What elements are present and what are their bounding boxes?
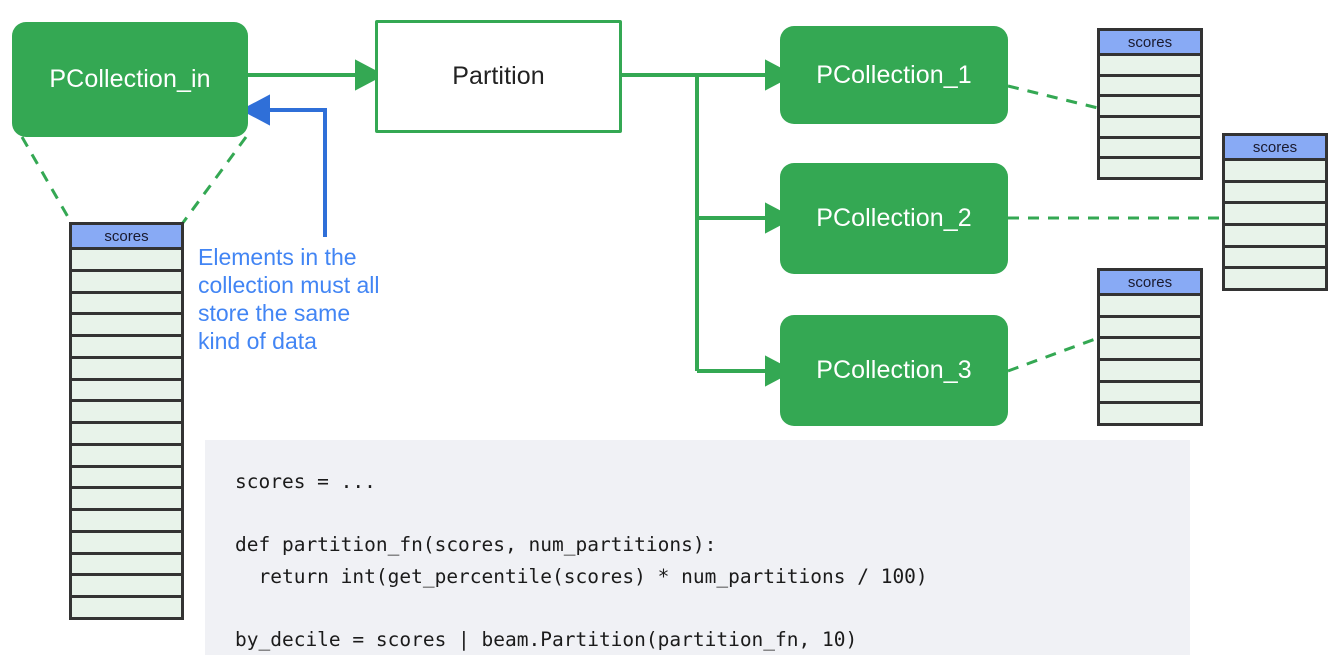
- record-table-output-3: scores: [1097, 268, 1203, 426]
- diagram-canvas: PCollection_in Partition PCollection_1 P…: [0, 0, 1340, 655]
- record-table-output-2: scores: [1222, 133, 1328, 291]
- code-block: scores = ... def partition_fn(scores, nu…: [205, 440, 1190, 655]
- record-table-row: [72, 576, 181, 599]
- record-table-row: [72, 271, 181, 294]
- record-table-row: [72, 380, 181, 403]
- record-table-input-header: scores: [72, 225, 181, 250]
- arrow-annotation-pointer: [240, 94, 327, 237]
- node-pcollection-2[interactable]: PCollection_2: [780, 163, 1008, 274]
- record-table-row: [72, 315, 181, 338]
- record-table-row: [1225, 204, 1325, 227]
- node-pcollection-3-label: PCollection_3: [816, 356, 972, 384]
- node-pcollection-in-label: PCollection_in: [49, 65, 211, 93]
- record-table-row: [1100, 339, 1200, 362]
- record-table-row: [72, 293, 181, 316]
- record-table-row: [1100, 382, 1200, 405]
- annotation-text: Elements in the collection must all stor…: [198, 244, 380, 355]
- record-table-row: [72, 489, 181, 512]
- record-table-row: [1225, 182, 1325, 205]
- node-pcollection-3[interactable]: PCollection_3: [780, 315, 1008, 426]
- record-table-output-2-header: scores: [1225, 136, 1325, 161]
- record-table-output-3-body: [1100, 296, 1200, 424]
- record-table-row: [72, 250, 181, 272]
- record-table-row: [1100, 296, 1200, 318]
- record-table-row: [1100, 404, 1200, 424]
- record-table-row: [72, 445, 181, 468]
- record-table-row: [72, 358, 181, 381]
- record-table-output-2-body: [1225, 161, 1325, 289]
- record-table-row: [72, 532, 181, 555]
- node-partition-label: Partition: [452, 62, 545, 90]
- leader-output-table-1: [1007, 84, 1099, 110]
- record-table-output-1: scores: [1097, 28, 1203, 180]
- record-table-row: [72, 554, 181, 577]
- leader-output-table-3: [1007, 336, 1099, 373]
- record-table-output-3-header: scores: [1100, 271, 1200, 296]
- record-table-row: [1100, 159, 1200, 178]
- record-table-row: [72, 598, 181, 618]
- record-table-row: [1225, 161, 1325, 183]
- record-table-row: [1225, 226, 1325, 248]
- record-table-row: [1225, 269, 1325, 289]
- record-table-row: [72, 511, 181, 533]
- node-partition[interactable]: Partition: [375, 20, 622, 133]
- record-table-input: scores: [69, 222, 184, 620]
- leader-input-table: [20, 136, 248, 225]
- record-table-row: [72, 402, 181, 425]
- record-table-output-1-body: [1100, 56, 1200, 178]
- record-table-row: [72, 467, 181, 490]
- record-table-output-1-header: scores: [1100, 31, 1200, 56]
- arrow-partition-fanout: [622, 59, 795, 387]
- record-table-row: [1100, 138, 1200, 160]
- record-table-row: [1225, 247, 1325, 270]
- record-table-row: [1100, 317, 1200, 340]
- record-table-row: [1100, 118, 1200, 139]
- node-pcollection-2-label: PCollection_2: [816, 204, 972, 232]
- record-table-row: [72, 424, 181, 446]
- node-pcollection-1-label: PCollection_1: [816, 60, 972, 89]
- record-table-row: [1100, 76, 1200, 98]
- record-table-row: [1100, 56, 1200, 77]
- node-pcollection-in[interactable]: PCollection_in: [12, 22, 248, 137]
- node-pcollection-1[interactable]: PCollection_1: [780, 26, 1008, 124]
- record-table-input-body: [72, 250, 181, 618]
- code-block-text: scores = ... def partition_fn(scores, nu…: [235, 470, 928, 651]
- record-table-row: [72, 337, 181, 359]
- record-table-row: [1100, 97, 1200, 119]
- record-table-row: [1100, 361, 1200, 383]
